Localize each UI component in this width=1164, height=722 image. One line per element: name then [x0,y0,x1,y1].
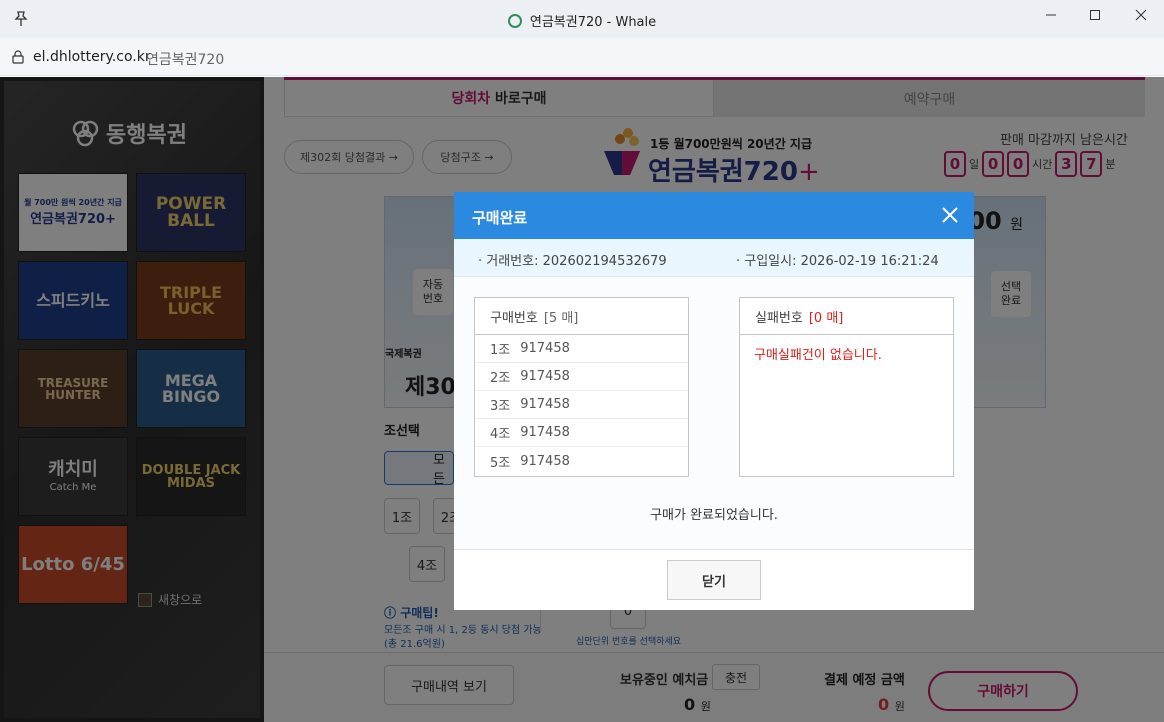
minimize-button[interactable] [1028,0,1074,30]
purchased-group: 3조 [490,399,511,414]
failed-count: [0 매] [808,310,844,326]
address-bar[interactable]: el.dhlottery.co.kr 연금복권720 [0,38,1164,76]
purchased-numbers-panel: 구매번호 [5 매] 1조 917458 2조 917458 3조 917458 4조… [474,297,689,477]
failed-header-label: 실패번호 [755,310,803,326]
modal-header: 구매완료 [454,192,974,239]
page: 동행복권 월 700만 원씩 20년간 지급 연금복권720+ POWER BA… [0,77,1164,722]
purchased-row: 3조 917458 [475,391,688,419]
purchased-count: [5 매] [543,310,579,326]
purchase-datetime-label: · 구입일시: [736,254,797,269]
purchased-number: 917458 [520,425,570,440]
purchase-datetime-value: 2026-02-19 16:21:24 [800,254,939,269]
address-page-title: 연금복권720 [146,52,225,68]
purchased-row: 4조 917458 [475,419,688,447]
failed-numbers-panel: 실패번호 [0 매] 구매실패건이 없습니다. [739,297,954,477]
minimize-icon [1046,14,1056,16]
purchase-done-message: 구매가 완료되었습니다. [650,508,778,523]
window-title: 연금복권720 - Whale [0,11,1164,30]
purchase-datetime: · 구입일시: 2026-02-19 16:21:24 [736,250,939,269]
purchased-number: 917458 [520,369,570,384]
transaction-info: · 거래번호: 202602194532679 · 구입일시: 2026-02-… [454,239,974,277]
purchased-row: 5조 917458 [475,447,688,475]
purchased-number: 917458 [520,453,570,469]
purchased-header: 구매번호 [5 매] [475,298,688,335]
purchased-header-label: 구매번호 [490,310,538,326]
modal-close-button[interactable]: 닫기 [667,560,761,600]
purchased-group: 5조 [490,455,511,471]
trade-number-value: 202602194532679 [542,254,667,269]
modal-close-icon[interactable] [940,205,960,225]
trade-number-label: · 거래번호: [478,254,539,269]
window-close-button[interactable] [1118,0,1164,30]
maximize-button[interactable] [1072,0,1118,30]
modal-title: 구매완료 [472,209,528,227]
purchased-number: 917458 [520,341,570,356]
failed-message: 구매실패건이 없습니다. [754,348,882,363]
purchased-group: 2조 [490,371,511,386]
maximize-icon [1090,10,1100,20]
purchased-row: 1조 917458 [475,335,688,363]
site-favicon-icon [507,14,522,28]
purchase-complete-modal: 구매완료 · 거래번호: 202602194532679 · 구입일시: 202… [454,192,974,610]
purchased-group: 4조 [490,427,511,442]
modal-body: 구매번호 [5 매] 1조 917458 2조 917458 3조 917458 4조… [454,277,974,549]
failed-header: 실패번호 [0 매] [740,298,953,335]
trade-number: · 거래번호: 202602194532679 [478,250,667,269]
address-url[interactable]: el.dhlottery.co.kr [33,49,151,65]
browser-titlebar: 연금복권720 - Whale [0,0,1164,38]
purchased-row: 2조 917458 [475,363,688,391]
modal-footer: 닫기 [454,549,974,610]
lock-icon[interactable] [12,50,24,64]
purchased-number: 917458 [520,397,570,412]
purchased-group: 1조 [490,343,511,358]
close-icon [1135,9,1147,21]
